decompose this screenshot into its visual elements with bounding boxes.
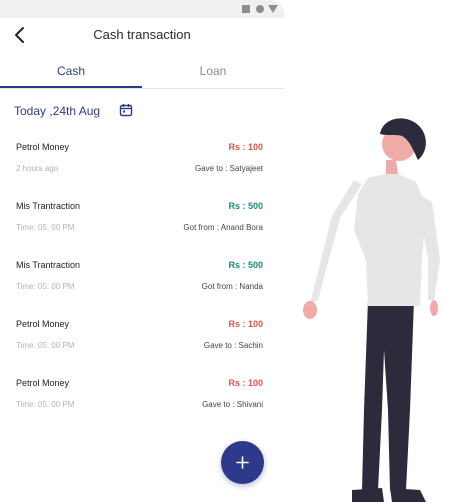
transaction-item[interactable]: Mis Trantraction Rs : 500 Time: 05: 00 P… <box>16 260 263 300</box>
transaction-title: Petrol Money <box>16 378 70 388</box>
transaction-title: Mis Trantraction <box>16 260 81 270</box>
transaction-amount: Rs : 500 <box>228 260 263 270</box>
date-label: Today ,24th Aug <box>14 104 101 118</box>
transaction-time: Time: 05: 00 PM <box>16 282 75 291</box>
calendar-icon[interactable] <box>119 103 133 117</box>
transaction-item[interactable]: Mis Trantraction Rs : 500 Time: 05: 00 P… <box>16 201 263 241</box>
transaction-title: Petrol Money <box>16 142 70 152</box>
square-icon <box>242 5 250 13</box>
transaction-time: Time: 05: 00 PM <box>16 400 75 409</box>
transaction-title: Petrol Money <box>16 319 70 329</box>
transaction-time: Time: 05: 00 PM <box>16 223 75 232</box>
plus-icon <box>236 456 249 469</box>
transaction-amount: Rs : 100 <box>228 142 263 152</box>
phone-screen: Cash transaction Cash Loan Today ,24th A… <box>0 0 284 504</box>
page-title: Cash transaction <box>93 27 191 42</box>
transaction-item[interactable]: Petrol Money Rs : 100 2 hours ago Gave t… <box>16 142 263 182</box>
transaction-item[interactable]: Petrol Money Rs : 100 Time: 05: 00 PM Ga… <box>16 319 263 359</box>
transaction-time: Time: 05: 00 PM <box>16 341 75 350</box>
tab-loan[interactable]: Loan <box>142 58 284 88</box>
transaction-amount: Rs : 100 <box>228 319 263 329</box>
transaction-party: Gave to : Satyajeet <box>194 164 263 173</box>
transaction-amount: Rs : 500 <box>228 201 263 211</box>
transaction-time: 2 hours ago <box>16 164 59 173</box>
circle-icon <box>256 5 264 13</box>
active-tab-indicator <box>0 86 142 88</box>
triangle-icon <box>268 5 278 13</box>
transaction-item[interactable]: Petrol Money Rs : 100 Time: 05: 00 PM Ga… <box>16 378 263 418</box>
status-bar <box>0 0 284 18</box>
app-header: Cash transaction <box>0 18 284 54</box>
transaction-party: Got from : Anand Bora <box>183 223 263 232</box>
add-transaction-button[interactable] <box>221 441 264 484</box>
tab-cash[interactable]: Cash <box>0 58 142 88</box>
transaction-title: Mis Trantraction <box>16 201 81 211</box>
date-selector[interactable]: Today ,24th Aug <box>14 103 214 119</box>
person-illustration <box>303 118 440 502</box>
transaction-party: Gave to : Shivani <box>202 400 263 409</box>
transaction-party: Got from : Nanda <box>201 282 263 291</box>
transaction-party: Gave to : Sachin <box>203 341 263 350</box>
transaction-amount: Rs : 100 <box>228 378 263 388</box>
tab-bar: Cash Loan <box>0 58 284 89</box>
